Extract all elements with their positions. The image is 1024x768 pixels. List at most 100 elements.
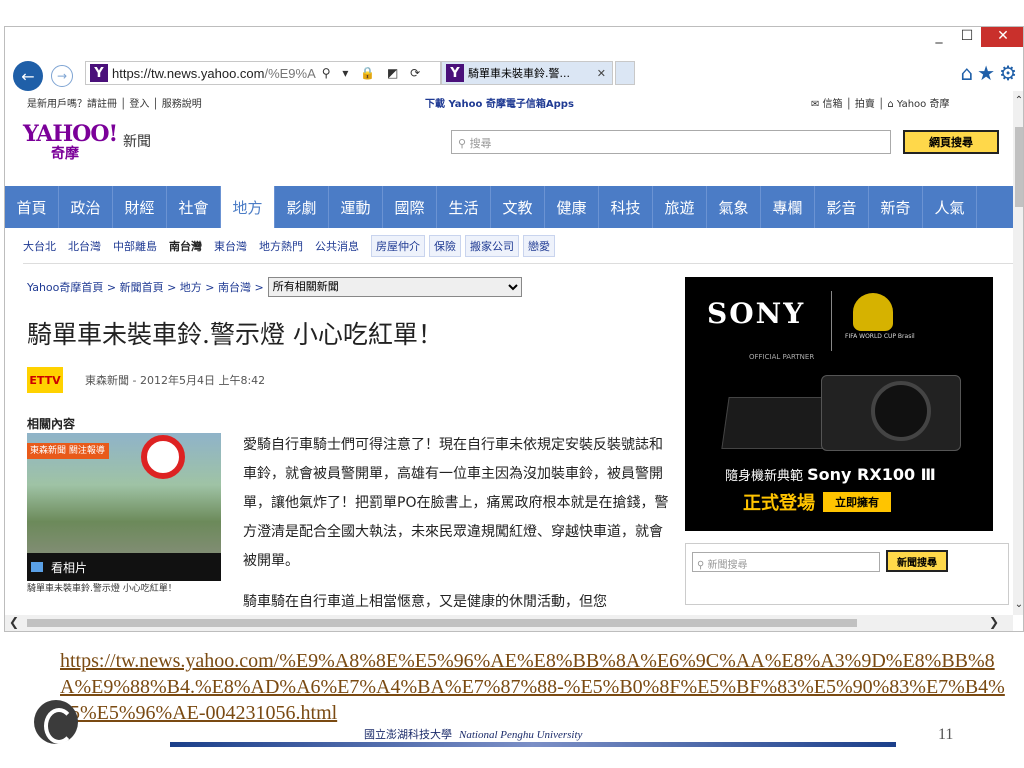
- nav-tab[interactable]: 影劇: [275, 186, 329, 228]
- scroll-up-icon[interactable]: ⌃: [1013, 95, 1023, 106]
- tab-title: 騎單車未裝車鈴.警...: [468, 67, 570, 80]
- article-headline: 騎單車未裝車鈴.警示燈 小心吃紅單！: [27, 320, 443, 349]
- logo-sub: 奇摩: [51, 146, 79, 162]
- sony-logo: SONY: [707, 297, 806, 330]
- subnav-item[interactable]: 公共消息: [315, 238, 359, 254]
- account-links[interactable]: 是新用戶嗎？請註冊 │ 登入 │ 服務說明: [27, 95, 202, 110]
- scroll-down-icon[interactable]: ⌄: [1013, 599, 1023, 610]
- nav-tab[interactable]: 氣象: [707, 186, 761, 228]
- related-heading: 相關內容: [27, 417, 76, 431]
- divider: [23, 263, 1013, 264]
- subnav-item[interactable]: 搬家公司: [465, 235, 519, 257]
- yahoo-favicon-icon: Y: [446, 64, 464, 82]
- subnav-item[interactable]: 地方熱門: [259, 238, 303, 254]
- nav-tab[interactable]: 旅遊: [653, 186, 707, 228]
- browser-titlebar: _ ☐ ✕ ← → Y https://tw.news.yahoo.com/%E…: [5, 27, 1023, 91]
- news-search-input[interactable]: ⚲ 新聞搜尋: [692, 552, 880, 572]
- scroll-left-icon[interactable]: ❮: [9, 615, 19, 629]
- related-news-select[interactable]: 所有相關新聞: [267, 277, 522, 297]
- nav-tab[interactable]: 人氣: [923, 186, 977, 228]
- photo-caption[interactable]: 騎單車未裝車鈴.警示燈 小心吃紅單！: [27, 583, 217, 596]
- web-search-button[interactable]: 網頁搜尋: [903, 130, 999, 154]
- forward-button[interactable]: →: [51, 65, 73, 87]
- subnav-item[interactable]: 南台灣: [169, 238, 202, 254]
- view-photos-button[interactable]: 看相片: [27, 553, 221, 581]
- article-paragraph: 愛騎自行車騎士們可得注意了！現在自行車未依規定安裝反裝號誌和車鈴，就會被員警開單…: [243, 437, 669, 569]
- ad-line2: 正式登場 立即擁有: [743, 489, 891, 515]
- nav-tab[interactable]: 國際: [383, 186, 437, 228]
- subnav-item[interactable]: 戀愛: [523, 235, 555, 257]
- back-button[interactable]: ←: [13, 61, 43, 91]
- fifa-text: FIFA WORLD CUP Brasil: [845, 333, 915, 340]
- new-tab-button[interactable]: [615, 61, 635, 85]
- sony-advertisement[interactable]: SONY FIFA WORLD CUP Brasil OFFICIAL PART…: [685, 277, 993, 531]
- footer-rule: [170, 742, 896, 747]
- scroll-thumb[interactable]: [1015, 127, 1023, 207]
- yahoo-logo[interactable]: YAHOO! 奇摩 新聞: [23, 121, 163, 162]
- scroll-right-icon[interactable]: ❯: [989, 615, 999, 629]
- partner-text: OFFICIAL PARTNER: [749, 353, 815, 361]
- ettv-logo: ETTV: [27, 367, 63, 393]
- source-url-link[interactable]: https://tw.news.yahoo.com/%E9%A8%8E%E5%9…: [60, 648, 1010, 726]
- address-bar[interactable]: Y https://tw.news.yahoo.com/%E9%A ⚲ ▾ 🔒 …: [85, 61, 441, 85]
- nav-tab[interactable]: 運動: [329, 186, 383, 228]
- subnav-item[interactable]: 北台灣: [68, 238, 101, 254]
- world-cup-trophy-icon: [853, 293, 893, 331]
- no-entry-sign: [141, 435, 185, 479]
- nav-tab[interactable]: 生活: [437, 186, 491, 228]
- address-url: https://tw.news.yahoo.com/%E9%A: [112, 65, 316, 81]
- web-search-input[interactable]: ⚲ 搜尋: [451, 130, 891, 154]
- subnav-item[interactable]: 保險: [429, 235, 461, 257]
- nav-tab[interactable]: 社會: [167, 186, 221, 228]
- window-controls: _ ☐ ✕: [925, 27, 1023, 51]
- ad-line1: 隨身機新典範 Sony RX100 Ⅲ: [725, 465, 936, 484]
- article-source: ETTV 東森新聞 - 2012年5月4日 上午8:42: [27, 367, 265, 393]
- nav-tab[interactable]: 地方: [221, 186, 275, 228]
- nav-tab[interactable]: 專欄: [761, 186, 815, 228]
- subnav-item[interactable]: 東台灣: [214, 238, 247, 254]
- news-search-button[interactable]: 新聞搜尋: [886, 550, 948, 572]
- nav-tab[interactable]: 財經: [113, 186, 167, 228]
- nav-tab[interactable]: 政治: [59, 186, 113, 228]
- slide: _ ☐ ✕ ← → Y https://tw.news.yahoo.com/%E…: [0, 0, 1024, 768]
- address-bar-icons[interactable]: ⚲ ▾ 🔒 ◩ ⟳: [322, 66, 424, 80]
- nav-tab[interactable]: 首頁: [5, 186, 59, 228]
- university-seal-icon: [34, 700, 78, 744]
- maximize-button[interactable]: ☐: [953, 27, 981, 47]
- breadcrumb: Yahoo奇摩首頁 > 新聞首頁 > 地方 > 南台灣 > 所有相關新聞: [27, 277, 522, 297]
- close-button[interactable]: ✕: [981, 27, 1023, 47]
- subnav-item[interactable]: 中部離島: [113, 238, 157, 254]
- subnav-item[interactable]: 大台北: [23, 238, 56, 254]
- sub-nav: 大台北 北台灣 中部離島 南台灣 東台灣 地方熱門 公共消息 房屋仲介 保險 搬家公司 戀愛: [23, 234, 559, 258]
- section-name: 新聞: [123, 134, 151, 150]
- utility-links[interactable]: ✉ 信箱 │ 拍賣 │ ⌂ Yahoo 奇摩: [811, 95, 949, 110]
- horizontal-scrollbar[interactable]: ❮ ❯: [5, 615, 1013, 631]
- related-photo[interactable]: 東森新聞 關注報導 看相片: [27, 433, 221, 581]
- scroll-thumb[interactable]: [27, 619, 857, 627]
- ad-separator: [831, 291, 832, 351]
- vertical-scrollbar[interactable]: ⌃ ⌄: [1013, 91, 1023, 615]
- app-download-link[interactable]: 下載 Yahoo 奇摩電子信箱Apps: [425, 95, 574, 110]
- browser-window: _ ☐ ✕ ← → Y https://tw.news.yahoo.com/%E…: [4, 26, 1024, 632]
- news-search-box: ⚲ 新聞搜尋 新聞搜尋: [685, 543, 1009, 605]
- arrow-right-icon: →: [56, 69, 68, 83]
- buy-now-button[interactable]: 立即擁有: [823, 492, 891, 512]
- yahoo-favicon-icon: Y: [90, 64, 108, 82]
- breadcrumb-links[interactable]: Yahoo奇摩首頁 > 新聞首頁 > 地方 > 南台灣 >: [27, 279, 264, 295]
- browser-tools[interactable]: ⌂★⚙: [960, 61, 1021, 85]
- minimize-button[interactable]: _: [925, 27, 953, 47]
- page-viewport: 是新用戶嗎？請註冊 │ 登入 │ 服務說明 下載 Yahoo 奇摩電子信箱App…: [5, 91, 1013, 615]
- subnav-item[interactable]: 房屋仲介: [371, 235, 425, 257]
- nav-tab[interactable]: 新奇: [869, 186, 923, 228]
- article-paragraph: 騎車騎在自行車道上相當愜意，又是健康的休閒活動，但您: [243, 594, 607, 610]
- nav-tab[interactable]: 影音: [815, 186, 869, 228]
- nav-tab[interactable]: 文教: [491, 186, 545, 228]
- main-nav: 首頁 政治 財經 社會 地方 影劇 運動 國際 生活 文教 健康 科技 旅遊 氣象 專欄 影音 新奇 人氣: [5, 186, 1013, 228]
- nav-tab[interactable]: 科技: [599, 186, 653, 228]
- nav-tab[interactable]: 健康: [545, 186, 599, 228]
- camera-lens-image: [871, 381, 931, 441]
- university-name: 國立澎湖科技大學 National Penghu University: [364, 728, 583, 741]
- tab-close-icon[interactable]: ✕: [597, 67, 606, 80]
- page-number: 11: [938, 726, 954, 743]
- browser-tab[interactable]: Y 騎單車未裝車鈴.警... ✕: [441, 61, 613, 85]
